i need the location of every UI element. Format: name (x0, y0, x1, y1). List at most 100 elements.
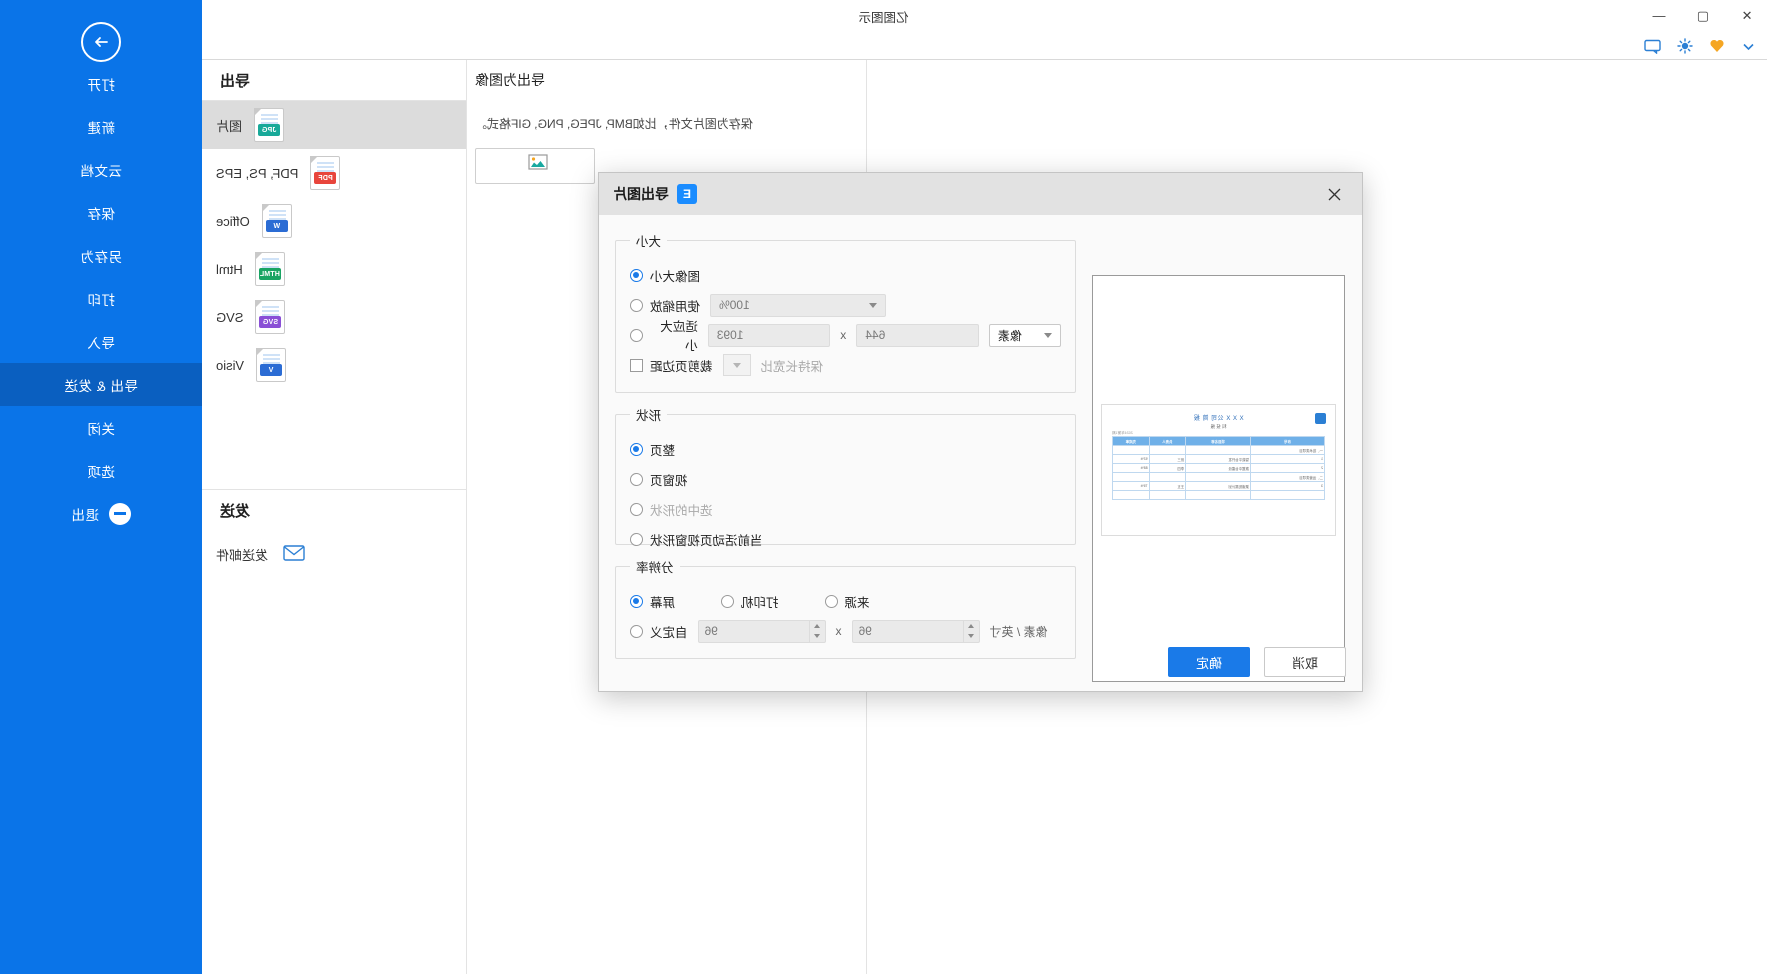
resolution-legend: 分辨率 (636, 561, 674, 575)
radio-icon (630, 472, 643, 486)
checkbox-icon (630, 358, 643, 372)
table-row: 2 数据中台建设 李四 88% (1112, 463, 1325, 473)
close-icon[interactable] (1324, 183, 1346, 205)
preview-table-cell (1185, 472, 1251, 482)
shape-row-3: 当前活动页视窗形状 (630, 524, 1061, 554)
scale-value: 100% (719, 298, 750, 312)
radio-icon (630, 624, 643, 638)
radio-shape-3[interactable]: 当前活动页视窗形状 (630, 530, 763, 549)
preview-table-cell: 92% (1112, 454, 1150, 464)
dpi-y-value: 96 (858, 624, 872, 638)
radio-label: 视窗页 (650, 473, 688, 488)
radio-label: 使用缩放 (650, 299, 701, 314)
size-row-image: 图像大小 (630, 260, 1061, 290)
preview-table-cell: 75% (1112, 481, 1150, 491)
ok-button[interactable]: 确定 (1168, 647, 1250, 677)
radio-shape-2[interactable]: 选中的形状 (630, 500, 713, 519)
shape-row-0: 整页 (630, 434, 1061, 464)
crop-margin-checkbox[interactable]: 裁剪页边距 (630, 356, 713, 375)
chevron-down-icon (869, 302, 878, 308)
dialog-title-bar: 导出图片 E (599, 173, 1362, 215)
radio-shape-1[interactable]: 视窗页 (630, 470, 688, 489)
preview-table-cell (1185, 445, 1251, 455)
radio-icon (630, 532, 643, 546)
shape-group: 形状 整页视窗页选中的形状当前活动页视窗形状 (615, 405, 1076, 548)
app-logo-icon: E (677, 184, 697, 204)
preview-table-cell: 张三 (1149, 454, 1186, 464)
preview-page: 2024年第1期 X X X 公司 简 报 科 技 报 序号 项目名称 负责人 完成率… (1101, 404, 1336, 536)
width-input[interactable]: 1093 (707, 323, 831, 347)
preview-table-cell (1112, 445, 1150, 455)
radio-fit-size[interactable]: 适应大小 (630, 316, 698, 354)
preview-doc-title: X X X 公司 简 报 (1193, 416, 1244, 422)
radio-use-scale[interactable]: 使用缩放 (630, 296, 700, 315)
radio-label: 自定义 (650, 625, 688, 640)
preview-table-cell: 二、运营类项目 (1250, 472, 1325, 482)
preview-table-cell (1185, 490, 1251, 500)
table-row: 1 智能平台开发 张三 92% (1112, 454, 1325, 464)
x-separator: x (840, 328, 847, 342)
info-badge-icon (1315, 413, 1326, 424)
preview-table-cell (1149, 445, 1186, 455)
size-row-fit: 像素 644 x 1093 适应大小 (630, 320, 1061, 353)
radio-printer[interactable]: 打印机 (721, 592, 779, 611)
radio-shape-0[interactable]: 整页 (630, 440, 675, 459)
aspect-ratio-dropdown[interactable] (722, 354, 751, 376)
size-group: 大小 图像大小 100% 使用缩放 像素 644 x 1093 适应大小 保持长… (615, 231, 1076, 393)
preview-table-cell (1112, 490, 1150, 500)
dialog-footer: 取消 确定 (1168, 647, 1346, 677)
radio-icon (630, 442, 643, 456)
resolution-unit: 像素 / 英寸 (989, 624, 1048, 639)
preview-table-cell (1250, 490, 1325, 500)
dpi-y-stepper[interactable]: 96 (851, 619, 980, 643)
shape-row-1: 视窗页 (630, 464, 1061, 494)
resolution-row-presets: 来源 打印机 屏幕 (630, 586, 1061, 616)
preview-table-header: 项目名称 (1185, 436, 1251, 446)
x-separator: x (835, 624, 842, 638)
shape-legend: 形状 (636, 409, 662, 423)
radio-label: 整页 (650, 443, 676, 458)
cancel-button[interactable]: 取消 (1264, 647, 1346, 677)
preview-table-cell: 智能平台开发 (1185, 454, 1251, 464)
preview-table-cell: 2 (1250, 463, 1325, 473)
unit-value: 像素 (997, 328, 1022, 343)
table-row: 二、运营类项目 (1112, 472, 1325, 482)
radio-source[interactable]: 来源 (824, 592, 870, 611)
radio-image-size[interactable]: 图像大小 (630, 266, 700, 285)
table-row (1112, 490, 1325, 500)
preview-pane: 2024年第1期 X X X 公司 简 报 科 技 报 序号 项目名称 负责人 完成率… (1092, 275, 1345, 682)
preview-table-cell: 88% (1112, 463, 1150, 473)
scale-input[interactable]: 100% (710, 293, 887, 317)
chevron-down-icon (1044, 332, 1052, 338)
radio-label: 选中的形状 (650, 503, 713, 518)
radio-icon (630, 298, 643, 312)
preview-table-cell (1149, 472, 1186, 482)
preview-table-header: 负责人 (1149, 436, 1186, 446)
radio-label: 来源 (844, 595, 870, 610)
unit-select[interactable]: 像素 (988, 323, 1061, 347)
dialog-body: 2024年第1期 X X X 公司 简 报 科 技 报 序号 项目名称 负责人 完成率… (599, 215, 1362, 691)
preview-table-cell (1112, 472, 1150, 482)
table-row: 一、技术类项目 (1112, 445, 1325, 455)
height-input[interactable]: 644 (856, 323, 979, 347)
preview-table-cell: 数据中台建设 (1185, 463, 1251, 473)
radio-icon (630, 268, 643, 282)
preview-note: 2024年第1期 (1112, 431, 1133, 435)
aspect-ratio-label: 保持长宽比 (760, 359, 824, 374)
size-row-extras: 保持长宽比 裁剪页边距 (630, 350, 1061, 380)
radio-icon (630, 594, 643, 608)
radio-custom[interactable]: 自定义 (630, 622, 688, 641)
preview-table-cell: 渠道拓展计划 (1185, 481, 1251, 491)
radio-screen[interactable]: 屏幕 (630, 592, 675, 611)
dpi-x-stepper[interactable]: 96 (697, 619, 826, 643)
preview-table-cell: 王五 (1149, 481, 1186, 491)
preview-table-cell: 李四 (1149, 463, 1186, 473)
preview-table-cell: 一、技术类项目 (1250, 445, 1325, 455)
radio-label: 图像大小 (650, 269, 701, 284)
preview-table-header: 完成率 (1112, 436, 1150, 446)
preview-table-cell: 3 (1250, 481, 1325, 491)
export-image-dialog: 导出图片 E 2024年第1期 X X X 公司 简 报 科 技 报 序号 项目名… (598, 172, 1363, 692)
preview-table: 序号 项目名称 负责人 完成率 一、技术类项目 1 智能平台开发 张三 92% 2 数据中台建设李… (1112, 436, 1325, 500)
radio-label: 适应大小 (660, 320, 698, 353)
dialog-options: 大小 图像大小 100% 使用缩放 像素 644 x 1093 适应大小 保持长… (615, 231, 1076, 675)
